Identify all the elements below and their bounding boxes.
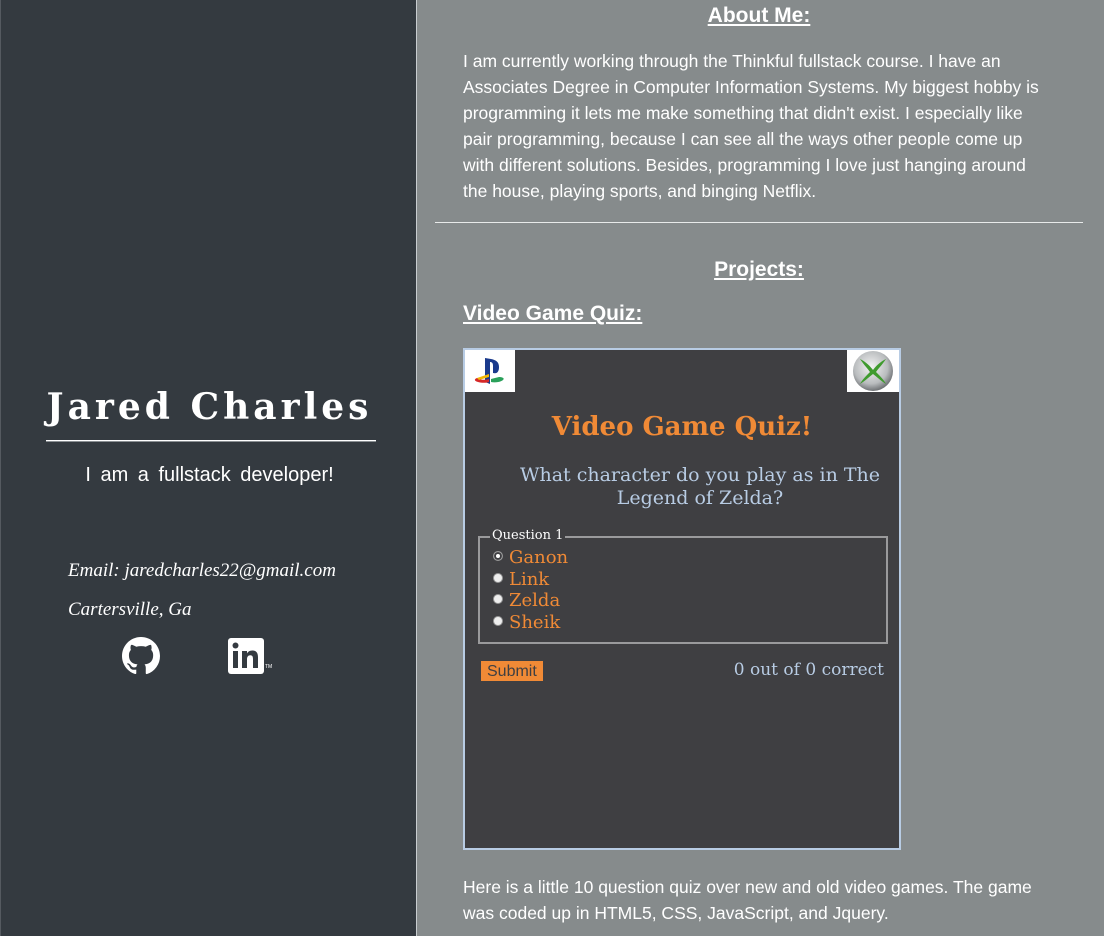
quiz-option-link[interactable]: Link xyxy=(493,570,549,590)
project-screenshot-video-game-quiz[interactable]: Video Game Quiz! What character do you p… xyxy=(463,348,901,850)
radio-icon[interactable] xyxy=(493,573,503,583)
github-icon[interactable] xyxy=(122,637,160,675)
quiz-question: What character do you play as in The Leg… xyxy=(519,464,881,509)
profile-name: Jared Charles xyxy=(46,386,373,428)
quiz-option-label: Sheik xyxy=(509,612,561,633)
quiz-answer-fieldset: Question 1 Ganon Link Zelda Sheik xyxy=(478,528,888,644)
xbox-logo-icon xyxy=(847,350,899,392)
project-title-video-game-quiz[interactable]: Video Game Quiz: xyxy=(463,302,642,326)
name-underline xyxy=(46,440,376,442)
main-content: About Me: I am currently working through… xyxy=(418,0,1104,936)
linkedin-icon[interactable]: TM xyxy=(228,637,272,675)
profile-tagline: I am a fullstack developer! xyxy=(85,464,334,486)
quiz-title: Video Game Quiz! xyxy=(551,412,813,442)
about-heading: About Me: xyxy=(707,4,811,27)
radio-selected-icon[interactable] xyxy=(493,551,503,561)
quiz-option-label: Link xyxy=(509,569,550,590)
quiz-option-zelda[interactable]: Zelda xyxy=(493,591,560,611)
quiz-submit-button[interactable]: Submit xyxy=(481,661,543,681)
about-text: I am currently working through the Think… xyxy=(463,51,1039,201)
quiz-question-legend: Question 1 xyxy=(490,528,566,543)
radio-icon[interactable] xyxy=(493,594,503,604)
radio-icon[interactable] xyxy=(493,616,503,626)
projects-heading: Projects: xyxy=(714,258,804,281)
quiz-score: 0 out of 0 correct xyxy=(733,660,884,680)
quiz-option-label: Ganon xyxy=(509,547,569,568)
quiz-option-label: Zelda xyxy=(509,590,561,611)
svg-text:TM: TM xyxy=(265,664,272,670)
portfolio-page: Jared Charles I am a fullstack developer… xyxy=(0,0,1104,936)
contact-location: Cartersville, Ga xyxy=(68,599,192,620)
quiz-option-sheik[interactable]: Sheik xyxy=(493,613,560,633)
playstation-logo-icon xyxy=(465,350,515,392)
sidebar: Jared Charles I am a fullstack developer… xyxy=(0,0,417,936)
quiz-option-ganon[interactable]: Ganon xyxy=(493,548,568,568)
project-description: Here is a little 10 question quiz over n… xyxy=(463,877,1032,923)
section-divider xyxy=(435,222,1083,223)
contact-email: Email: jaredcharles22@gmail.com xyxy=(68,560,336,581)
